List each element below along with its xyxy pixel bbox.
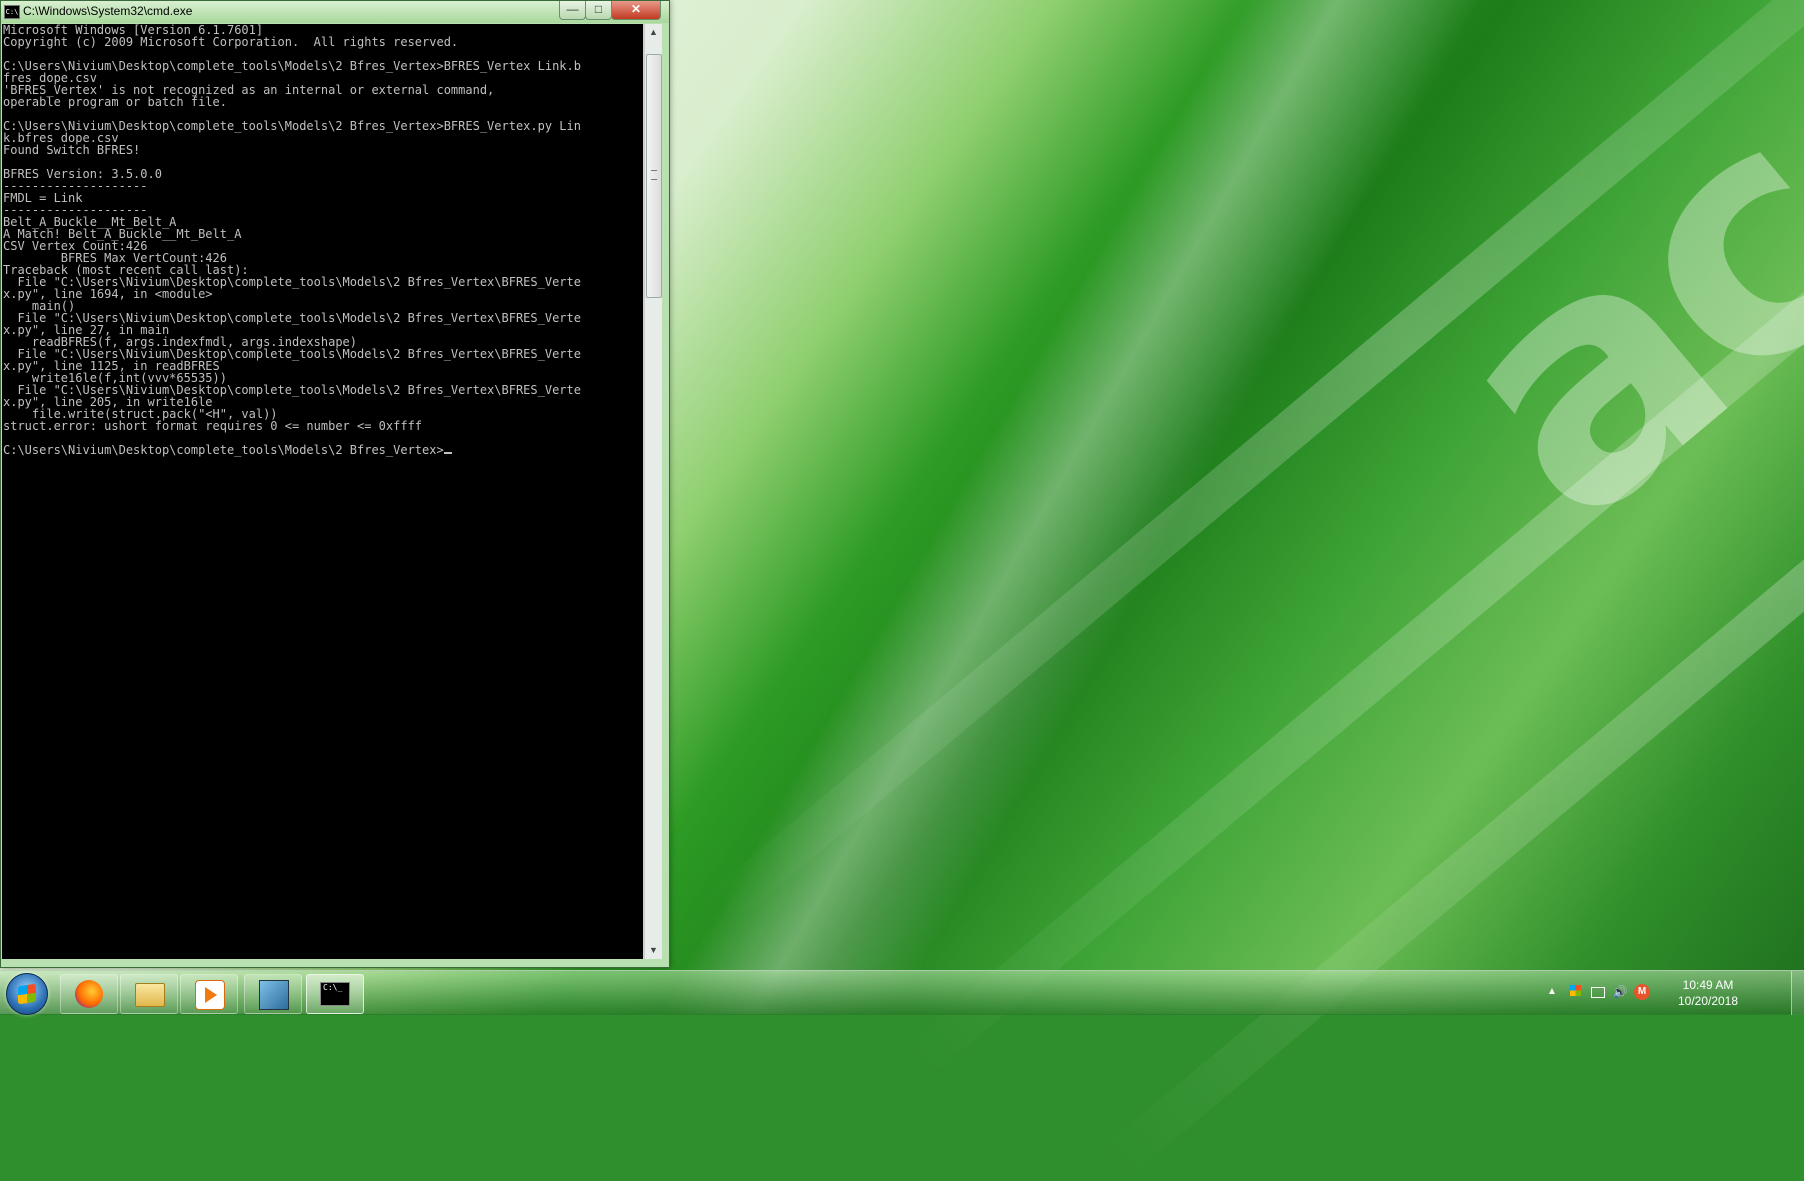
clock-time: 10:49 AM	[1682, 978, 1734, 992]
acer-logo: acer	[1380, 0, 1804, 595]
taskbar-windows-explorer[interactable]	[120, 974, 178, 1014]
play-icon	[195, 980, 225, 1010]
scroll-thumb[interactable]	[646, 54, 662, 298]
cmd-icon: C:\_	[320, 982, 350, 1006]
console-output[interactable]: Microsoft Windows [Version 6.1.7601] Cop…	[2, 24, 643, 959]
m-app-icon[interactable]: M	[1634, 984, 1650, 1000]
text-cursor	[443, 452, 452, 454]
taskbar: C:\_ ▲ 🔊 M 10:49 AM 10/20/2018	[0, 970, 1804, 1015]
scroll-down-arrow-icon[interactable]: ▼	[645, 942, 662, 959]
maximize-button[interactable]: □	[585, 1, 612, 20]
taskbar-command-prompt[interactable]: C:\_	[306, 974, 364, 1014]
start-button[interactable]	[6, 973, 48, 1015]
action-center-flag-icon[interactable]	[1568, 984, 1584, 1000]
system-tray: ▲ 🔊 M 10:49 AM 10/20/2018	[1544, 971, 1804, 1015]
scroll-up-arrow-icon[interactable]: ▲	[645, 24, 662, 41]
cmd-window[interactable]: C:\ C:\Windows\System32\cmd.exe — □ ✕ Mi…	[0, 0, 670, 968]
clock[interactable]: 10:49 AM 10/20/2018	[1658, 977, 1758, 1009]
taskbar-firefox[interactable]	[60, 974, 118, 1014]
show-hidden-icons-icon[interactable]: ▲	[1544, 984, 1560, 1000]
taskbar-media-player[interactable]	[180, 974, 238, 1014]
windows-logo-icon	[18, 983, 36, 1005]
window-title: C:\Windows\System32\cmd.exe	[23, 4, 193, 18]
console-text: Microsoft Windows [Version 6.1.7601] Cop…	[3, 24, 581, 433]
close-button[interactable]: ✕	[611, 1, 661, 20]
command-prompt: C:\Users\Nivium\Desktop\complete_tools\M…	[3, 443, 444, 457]
clock-date: 10/20/2018	[1677, 994, 1739, 1008]
volume-icon[interactable]: 🔊	[1612, 984, 1628, 1000]
taskbar-tool-app[interactable]	[244, 974, 302, 1014]
firefox-icon	[75, 980, 103, 1008]
app-icon	[259, 980, 289, 1010]
network-icon[interactable]	[1590, 984, 1606, 1000]
scroll-grip-icon	[651, 170, 657, 180]
title-bar[interactable]: C:\ C:\Windows\System32\cmd.exe — □ ✕	[1, 1, 669, 23]
minimize-button[interactable]: —	[559, 1, 586, 20]
show-desktop-button[interactable]	[1791, 971, 1804, 1015]
vertical-scrollbar[interactable]: ▲ ▼	[644, 24, 662, 959]
cmd-icon[interactable]: C:\	[4, 5, 20, 19]
folder-icon	[135, 983, 165, 1007]
